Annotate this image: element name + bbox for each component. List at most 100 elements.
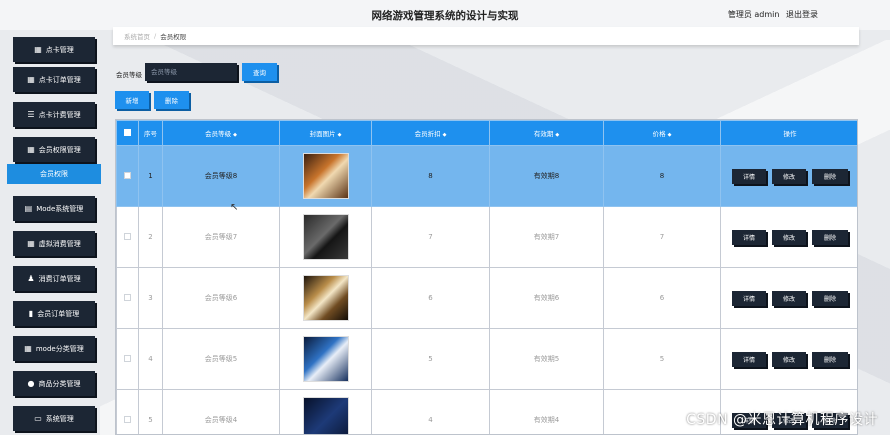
edit-button[interactable]: 修改 [772,168,806,184]
member-level-search-input[interactable] [145,63,237,81]
row-checkbox[interactable] [124,354,131,362]
sort-icon[interactable]: ◆ [443,132,447,138]
edit-button[interactable]: 修改 [772,290,806,306]
cell-validity: 有效期4 [489,389,604,434]
clipboard-icon: ▤ [24,204,33,213]
detail-button[interactable]: 详情 [732,168,766,184]
sidebar-subitem-member-permission[interactable]: 会员权限 [7,164,101,184]
column-header-actions: 操作 [720,120,857,146]
top-bar: 网络游戏管理系统的设计与实现 管理员 admin 退出登录 [0,0,890,30]
cell-validity: 有效期7 [489,206,604,268]
row-checkbox[interactable] [124,415,131,423]
delete-button[interactable]: 删除 [812,168,848,184]
column-header-cover[interactable]: 封面图片 ◆ [279,120,372,146]
sidebar: ▦ 点卡管理 ▦ 点卡订单管理 ☰ 点卡计费管理 ▦ 会员权限管理 会员权限 ▤ Mode… [0,30,105,435]
table-row[interactable]: 1 会员等级8 8 有效期8 8 详情 修改 删除 [116,145,857,207]
sidebar-item-mode-system[interactable]: ▤ Mode系统管理 [13,196,95,221]
column-header-index: 序号 [138,120,163,146]
grid-icon: ▦ [24,344,32,353]
sidebar-item-system[interactable]: ▭ 系统管理 [13,406,95,431]
watermark: CSDN @米恩计算机程序设计 [686,412,878,428]
sort-icon[interactable]: ◆ [668,132,672,138]
cell-level: 会员等级7 [162,206,280,268]
cell-discount: 5 [371,328,490,390]
cell-actions: 详情 修改 删除 [720,206,857,268]
cell-level: 会员等级4 [162,389,280,434]
breadcrumb-home[interactable]: 系统首页 [124,31,150,41]
user-icon: ♟ [27,274,35,283]
cell-price: 8 [603,145,721,207]
cover-image [302,397,349,434]
cell-index: 3 [138,267,163,329]
cell-level: 会员等级5 [162,328,280,390]
cell-validity: 有效期5 [489,328,604,390]
column-header-validity[interactable]: 有效期 ◆ [489,120,604,146]
grid-icon: ▦ [27,145,35,154]
column-header-discount[interactable]: 会员折扣 ◆ [371,120,490,146]
cover-image [302,214,349,260]
table-row[interactable]: 2 会员等级7 7 有效期7 7 详情 修改 删除 [116,206,857,268]
sidebar-item-label: 点卡订单管理 [38,75,81,84]
row-checkbox-cell[interactable] [116,328,139,390]
cell-validity: 有效期8 [489,145,604,207]
user-area: 管理员 admin 退出登录 [724,9,818,20]
detail-button[interactable]: 详情 [732,290,766,306]
logout-link[interactable]: 退出登录 [786,10,818,19]
table-row[interactable]: 3 会员等级6 6 有效期6 6 详情 修改 删除 [116,267,857,329]
row-checkbox[interactable] [124,171,131,179]
sidebar-item-card-orders[interactable]: ▦ 点卡订单管理 [13,67,95,92]
sidebar-item-label: Mode系统管理 [36,204,84,213]
table-header-row: 序号 会员等级 ◆ 封面图片 ◆ 会员折扣 ◆ 有效期 ◆ 价格 ◆ 操作 [116,120,857,146]
cell-index: 5 [138,389,163,434]
delete-button[interactable]: 删除 [812,351,848,367]
query-button[interactable]: 查询 [242,63,277,81]
sort-icon[interactable]: ◆ [338,132,342,138]
cell-actions: 详情 修改 删除 [720,267,857,329]
sidebar-item-consumption-orders[interactable]: ♟ 消费订单管理 [13,266,95,291]
grid-icon: ▦ [27,75,35,84]
user-label: 管理员 admin [727,10,780,19]
cell-price: 5 [603,328,721,390]
row-checkbox-cell[interactable] [116,206,139,268]
add-button[interactable]: 新增 [115,91,149,109]
cell-discount: 8 [371,145,490,207]
table-icon: ▦ [27,239,35,248]
sidebar-item-label: 商品分类管理 [38,379,81,388]
sort-icon[interactable]: ◆ [555,132,559,138]
delete-button[interactable]: 删除 [812,290,848,306]
row-checkbox[interactable] [124,293,131,301]
cell-actions: 详情 修改 删除 [720,328,857,390]
sidebar-item-virtual-consumption[interactable]: ▦ 虚拟消费管理 [13,231,95,256]
sidebar-item-card-billing[interactable]: ☰ 点卡计费管理 [13,102,95,127]
sidebar-item-product-category[interactable]: ● 商品分类管理 [13,371,95,396]
cell-cover [279,328,372,390]
column-header-price[interactable]: 价格 ◆ [603,120,721,146]
sidebar-item-member-orders[interactable]: ▮ 会员订单管理 [13,301,95,326]
sort-icon[interactable]: ◆ [233,132,237,138]
table-row[interactable]: 4 会员等级5 5 有效期5 5 详情 修改 删除 [116,328,857,390]
column-header-level[interactable]: 会员等级 ◆ [162,120,280,146]
sidebar-item-label: mode分类管理 [35,344,84,353]
row-checkbox-cell[interactable] [116,145,139,207]
header-checkbox-cell[interactable] [116,120,139,146]
sidebar-item-card[interactable]: ▦ 点卡管理 [13,37,95,62]
detail-button[interactable]: 详情 [732,229,766,245]
cover-image [302,153,349,199]
row-checkbox-cell[interactable] [116,389,139,434]
detail-button[interactable]: 详情 [732,351,766,367]
grid-icon: ▦ [34,45,42,54]
sidebar-item-label: 会员订单管理 [37,309,80,318]
row-checkbox[interactable] [124,232,131,240]
cell-cover [279,267,372,329]
cell-price: 6 [603,267,721,329]
batch-delete-button[interactable]: 删除 [154,91,189,109]
edit-button[interactable]: 修改 [772,351,806,367]
sidebar-item-member-permission[interactable]: ▦ 会员权限管理 [13,137,95,162]
cell-validity: 有效期6 [489,267,604,329]
sidebar-item-mode-category[interactable]: ▦ mode分类管理 [13,336,95,361]
cover-image [302,275,349,321]
delete-button[interactable]: 删除 [812,229,848,245]
row-checkbox-cell[interactable] [116,267,139,329]
edit-button[interactable]: 修改 [772,229,806,245]
select-all-checkbox[interactable] [124,128,131,136]
